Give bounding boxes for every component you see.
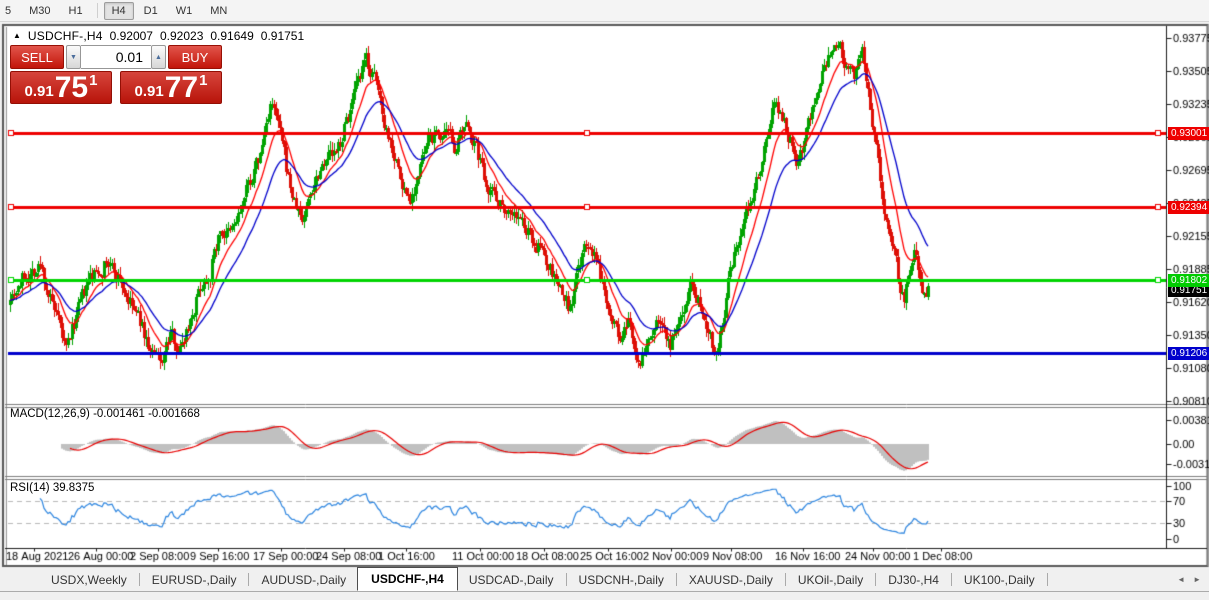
one-click-trade-panel: SELL ▼ 0.01 ▲ BUY 0.91 75 1 0.91 77 <box>10 45 222 104</box>
tab-uk100-daily[interactable]: UK100-,Daily <box>953 570 1046 590</box>
tab-xauusd-daily[interactable]: XAUUSD-,Daily <box>678 570 784 590</box>
tab-separator <box>785 573 786 586</box>
price-tag-0.92394: 0.92394 <box>1168 201 1209 214</box>
timeframe-button-w1[interactable]: W1 <box>168 2 201 20</box>
chart-symbol-period: USDCHF-,H4 <box>28 29 103 43</box>
tab-audusd-daily[interactable]: AUDUSD-,Daily <box>250 570 357 590</box>
buy-price-big: 77 <box>165 74 198 101</box>
timeframe-button-mn[interactable]: MN <box>202 2 235 20</box>
timeframe-button-h1[interactable]: H1 <box>61 2 91 20</box>
tab-separator <box>248 573 249 586</box>
chart-collapse-icon[interactable]: ▲ <box>13 31 21 40</box>
tab-separator <box>139 573 140 586</box>
tab-scroll-right-button[interactable]: ► <box>1193 575 1201 584</box>
tab-usdcnh-daily[interactable]: USDCNH-,Daily <box>568 570 675 590</box>
symbol-tabs-bar: USDX,WeeklyEURUSD-,DailyAUDUSD-,DailyUSD… <box>0 568 1209 592</box>
tab-separator <box>875 573 876 586</box>
tab-separator <box>566 573 567 586</box>
tab-usdcad-daily[interactable]: USDCAD-,Daily <box>458 570 565 590</box>
timeframe-button-h4[interactable]: H4 <box>104 2 134 20</box>
buy-button[interactable]: BUY <box>168 45 222 69</box>
price-tag-0.91206: 0.91206 <box>1168 347 1209 360</box>
tab-eurusd-daily[interactable]: EURUSD-,Daily <box>141 570 248 590</box>
rsi-indicator-label: RSI(14) 39.8375 <box>10 482 94 494</box>
tab-ukoil-daily[interactable]: UKOil-,Daily <box>787 570 874 590</box>
sell-price-prefix: 0.91 <box>25 84 54 101</box>
sell-price-pipette: 1 <box>89 73 97 88</box>
tab-separator <box>951 573 952 586</box>
ohlc-low: 0.91649 <box>210 29 253 43</box>
tab-dj30-h4[interactable]: DJ30-,H4 <box>877 570 950 590</box>
trading-platform: 5M30H1 H4D1W1MN ▲ USDCHF-,H4 0.92007 0.92… <box>0 0 1209 600</box>
timeframe-button-d1[interactable]: D1 <box>136 2 166 20</box>
ohlc-high: 0.92023 <box>160 29 203 43</box>
chart-window: ▲ USDCHF-,H4 0.92007 0.92023 0.91649 0.9… <box>0 22 1209 568</box>
arrow-up-icon: ▲ <box>155 54 162 61</box>
volume-input[interactable]: 0.01 <box>81 45 151 69</box>
tab-usdchf-h4[interactable]: USDCHF-,H4 <box>357 567 458 591</box>
tab-separator <box>1047 573 1048 586</box>
buy-price-pipette: 1 <box>199 73 207 88</box>
sell-price-button[interactable]: 0.91 75 1 <box>10 71 112 104</box>
price-tag-0.91802: 0.91802 <box>1168 274 1209 287</box>
tab-scroll-left-button[interactable]: ◄ <box>1177 575 1185 584</box>
timeframe-button-m30[interactable]: M30 <box>21 2 58 20</box>
macd-indicator-label: MACD(12,26,9) -0.001461 -0.001668 <box>10 408 200 420</box>
tab-usdx-weekly[interactable]: USDX,Weekly <box>40 570 138 590</box>
toolbar-separator <box>97 3 98 18</box>
ohlc-open: 0.92007 <box>110 29 153 43</box>
timeframe-toolbar: 5M30H1 H4D1W1MN <box>0 0 1209 22</box>
timeframe-button-5[interactable]: 5 <box>2 2 19 20</box>
volume-increase-button[interactable]: ▲ <box>151 45 166 69</box>
arrow-down-icon: ▼ <box>70 54 77 61</box>
sell-button[interactable]: SELL <box>10 45 64 69</box>
buy-price-button[interactable]: 0.91 77 1 <box>120 71 222 104</box>
buy-price-prefix: 0.91 <box>135 84 164 101</box>
volume-decrease-button[interactable]: ▼ <box>66 45 81 69</box>
chart-title: ▲ USDCHF-,H4 0.92007 0.92023 0.91649 0.9… <box>13 29 304 43</box>
tab-separator <box>676 573 677 586</box>
ohlc-close: 0.91751 <box>261 29 304 43</box>
price-tag-0.93001: 0.93001 <box>1168 127 1209 140</box>
sell-price-big: 75 <box>55 74 88 101</box>
